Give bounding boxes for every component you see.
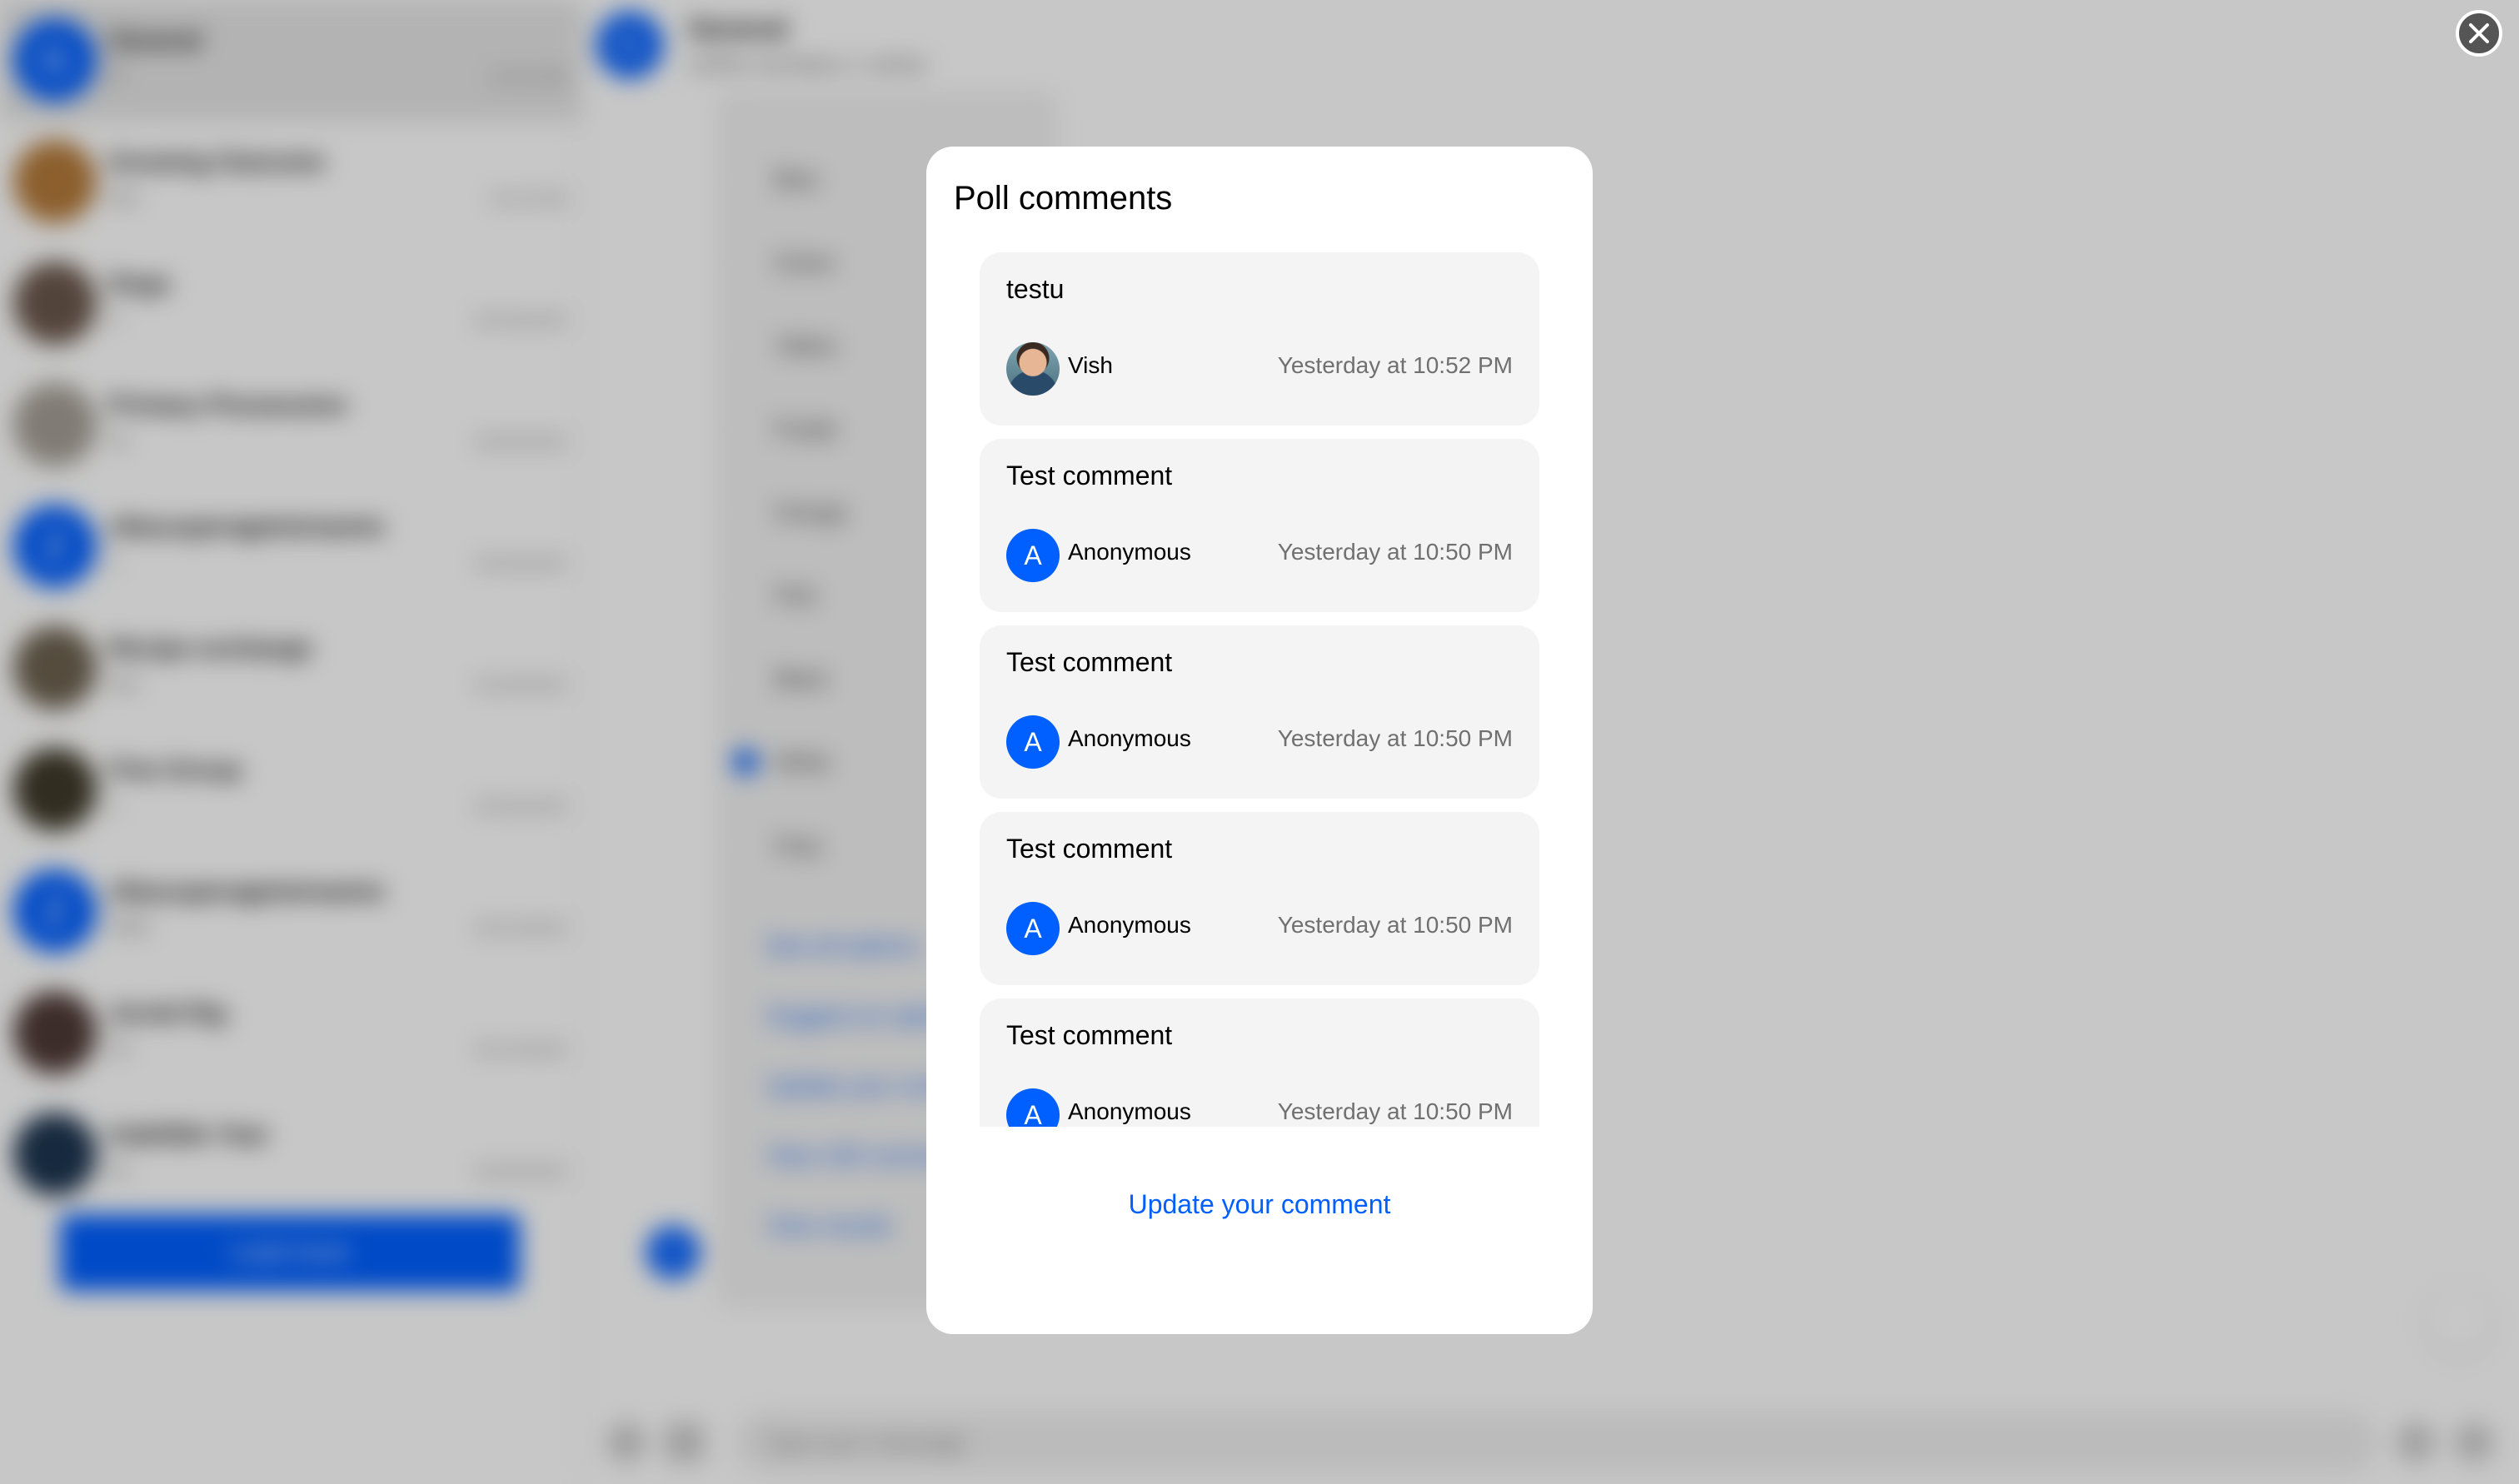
- comment-author: Anonymous: [1068, 1098, 1191, 1124]
- comment-text: Test comment: [1006, 647, 1173, 677]
- app-root: G General hi 10:43 AM Growing Outcome te…: [0, 0, 2519, 1484]
- comment-timestamp: Yesterday at 10:50 PM: [1277, 912, 1513, 938]
- poll-comments-modal: Poll comments testu Vish Yesterday at 10…: [926, 147, 1593, 1334]
- comment-text: testu: [1006, 274, 1065, 304]
- user-avatar: A: [1006, 902, 1060, 955]
- comment-card: Test comment A Anonymous Yesterday at 10…: [980, 998, 1539, 1127]
- comment-text: Test comment: [1006, 1020, 1173, 1050]
- comment-card: Test comment A Anonymous Yesterday at 10…: [980, 439, 1539, 612]
- comment-timestamp: Yesterday at 10:50 PM: [1277, 539, 1513, 565]
- comment-author: Anonymous: [1068, 912, 1191, 938]
- comment-author: Anonymous: [1068, 725, 1191, 751]
- comment-card: testu Vish Yesterday at 10:52 PM: [980, 252, 1539, 426]
- comment-text: Test comment: [1006, 834, 1173, 864]
- comment-timestamp: Yesterday at 10:52 PM: [1277, 352, 1513, 378]
- update-comment-button[interactable]: Update your comment: [926, 1189, 1593, 1220]
- comment-text: Test comment: [1006, 461, 1173, 491]
- close-icon: [2469, 23, 2489, 43]
- user-avatar: A: [1006, 1088, 1060, 1127]
- comment-card: Test comment A Anonymous Yesterday at 10…: [980, 625, 1539, 799]
- comment-card: Test comment A Anonymous Yesterday at 10…: [980, 812, 1539, 985]
- user-avatar: A: [1006, 529, 1060, 582]
- comment-author: Anonymous: [1068, 539, 1191, 565]
- close-modal-button[interactable]: [2456, 10, 2502, 57]
- user-avatar: [1006, 342, 1060, 396]
- user-avatar: A: [1006, 715, 1060, 769]
- comment-timestamp: Yesterday at 10:50 PM: [1277, 1098, 1513, 1124]
- comments-list[interactable]: testu Vish Yesterday at 10:52 PM Test co…: [980, 252, 1539, 1127]
- modal-title: Poll comments: [954, 180, 1173, 217]
- comment-timestamp: Yesterday at 10:50 PM: [1277, 725, 1513, 751]
- comment-author: Vish: [1068, 352, 1113, 378]
